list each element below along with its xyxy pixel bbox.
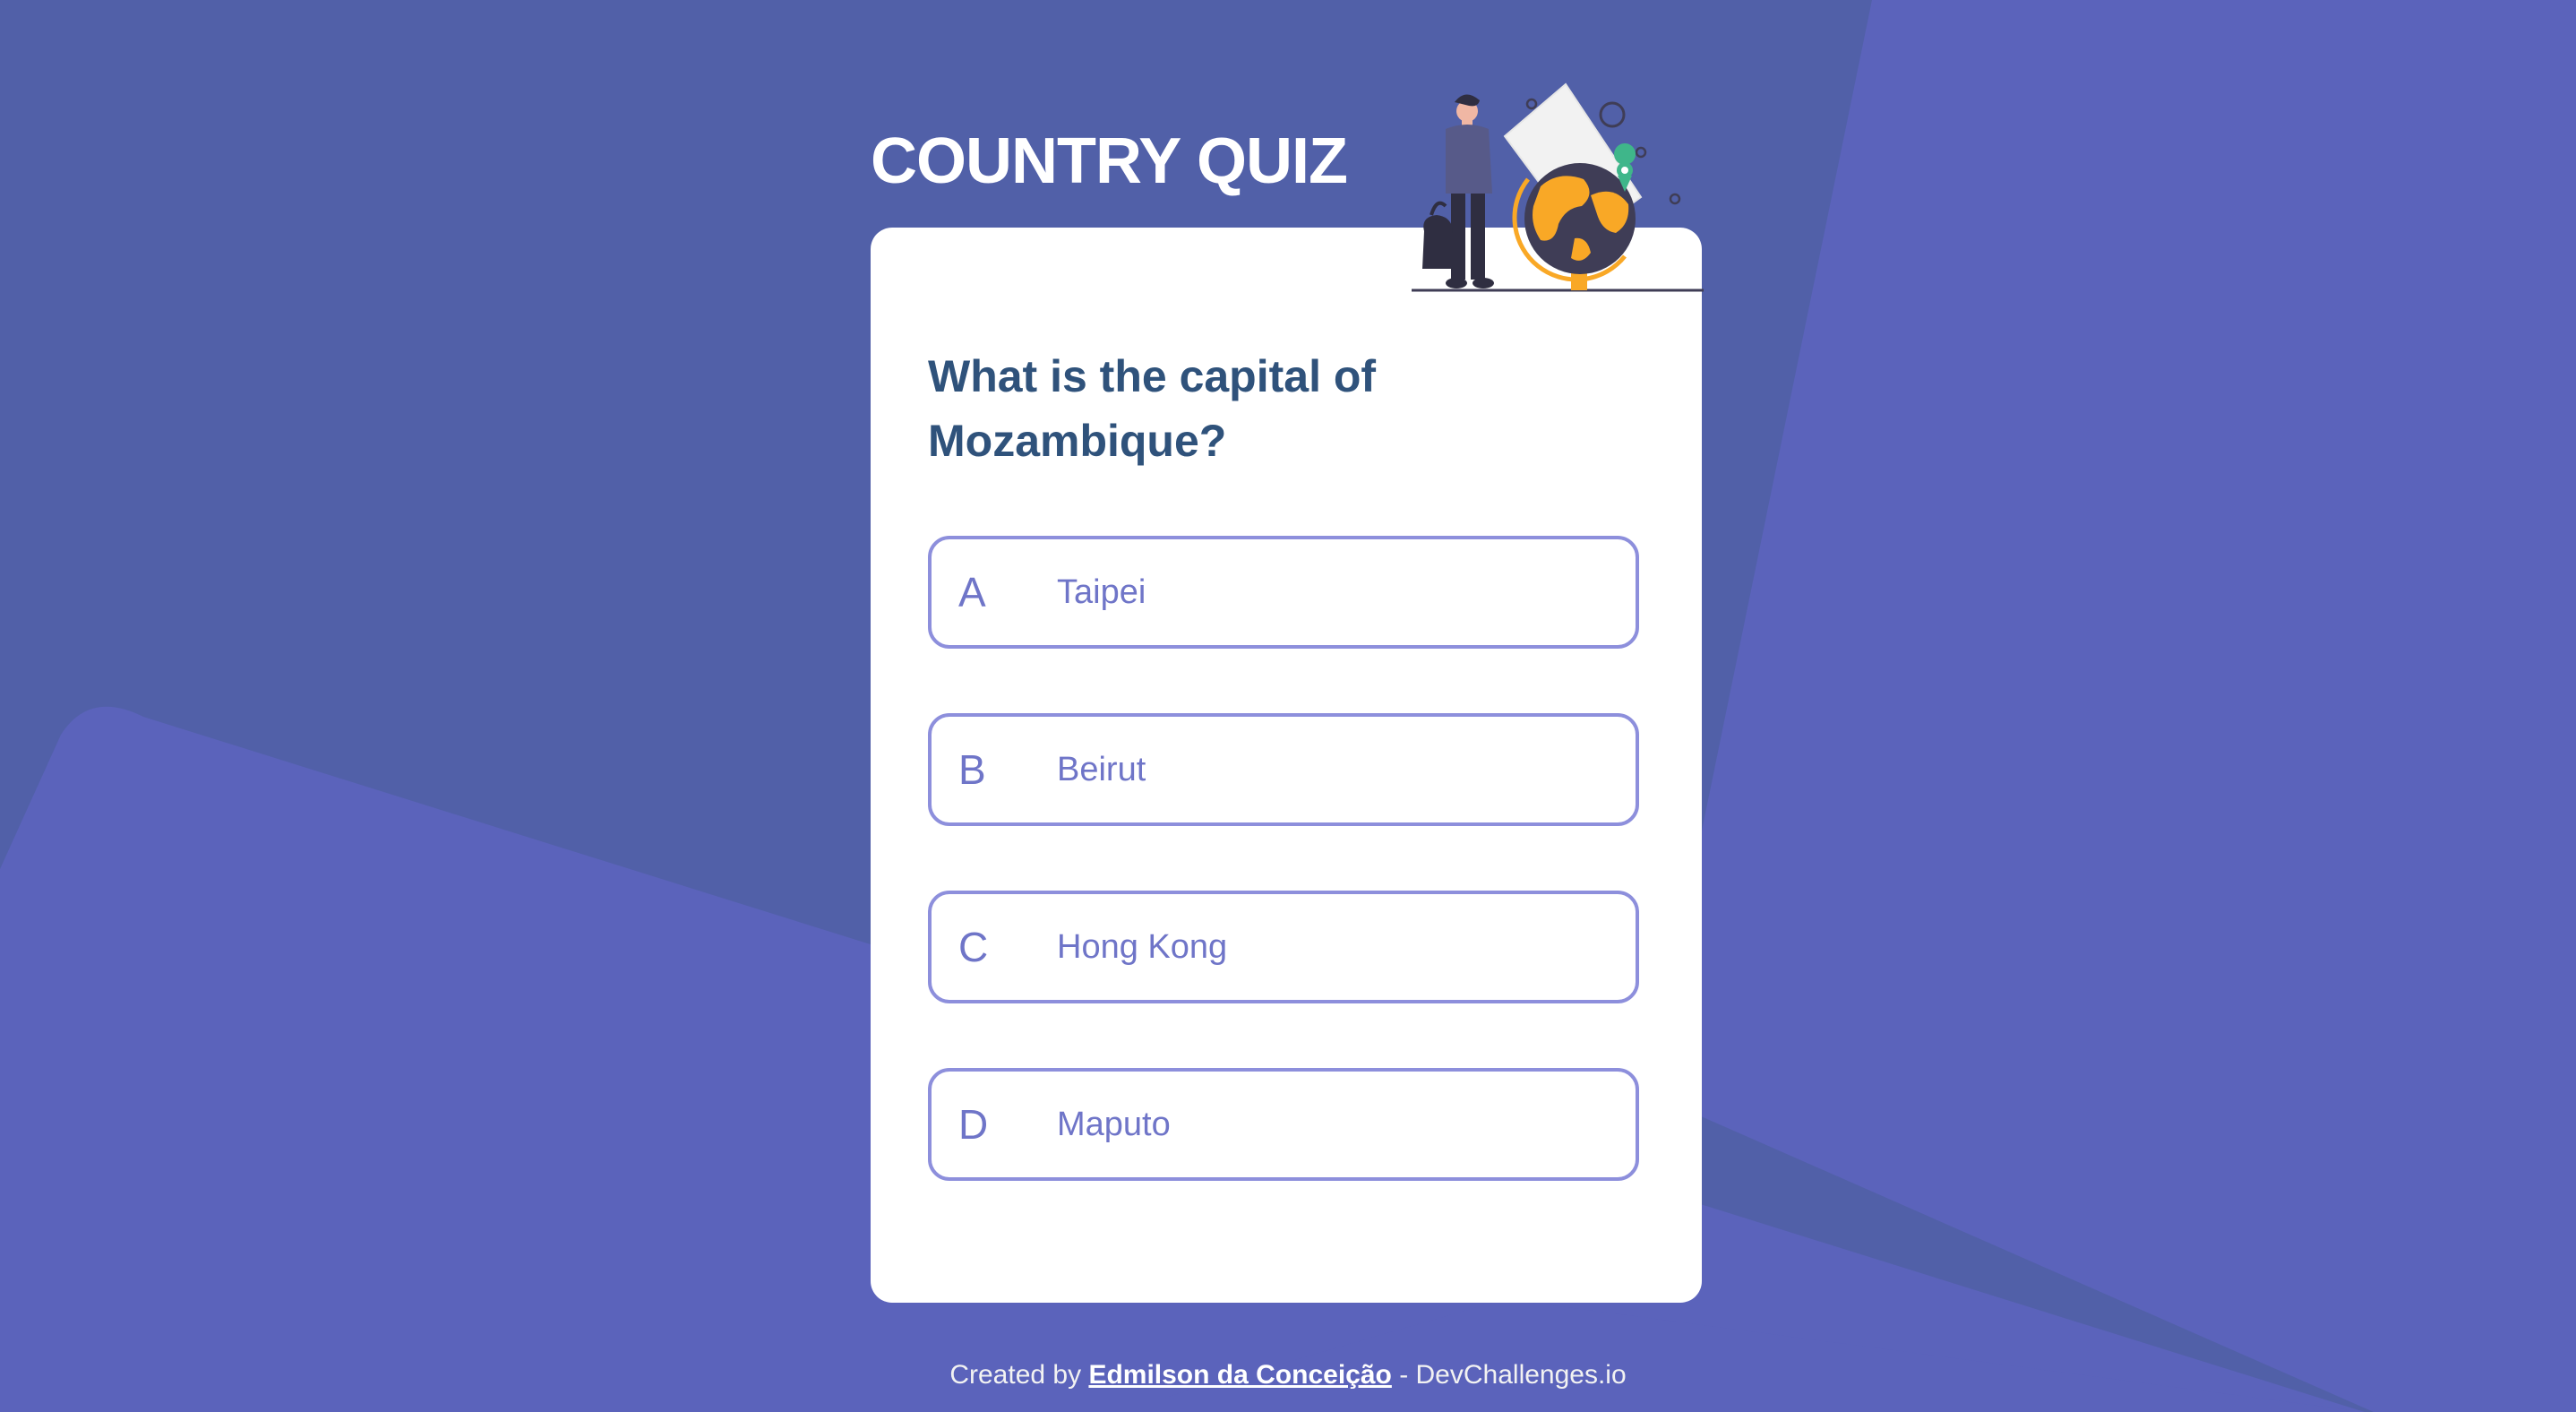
option-answer: Maputo xyxy=(1057,1106,1171,1143)
footer-prefix: Created by xyxy=(949,1360,1089,1390)
option-letter: C xyxy=(958,924,989,970)
quiz-card: What is the capital of Mozambique? A Tai… xyxy=(871,228,1702,1303)
option-answer: Hong Kong xyxy=(1057,928,1228,966)
footer: Created by Edmilson da Conceição - DevCh… xyxy=(0,1360,2576,1390)
option-letter: D xyxy=(958,1101,989,1148)
option-d-button[interactable]: D Maputo xyxy=(928,1068,1639,1181)
quiz-title: COUNTRY QUIZ xyxy=(871,125,1348,197)
question-text: What is the capital of Mozambique? xyxy=(928,351,1377,466)
option-a-button[interactable]: A Taipei xyxy=(928,536,1639,649)
option-letter: A xyxy=(958,569,986,616)
option-b-button[interactable]: B Beirut xyxy=(928,713,1639,826)
traveler-globe-illustration-icon xyxy=(1412,82,1704,292)
option-c-button[interactable]: C Hong Kong xyxy=(928,891,1639,1003)
option-answer: Taipei xyxy=(1057,573,1146,611)
footer-suffix: - DevChallenges.io xyxy=(1391,1360,1627,1390)
author-link[interactable]: Edmilson da Conceição xyxy=(1088,1360,1391,1390)
option-answer: Beirut xyxy=(1057,751,1146,788)
option-letter: B xyxy=(958,746,986,793)
